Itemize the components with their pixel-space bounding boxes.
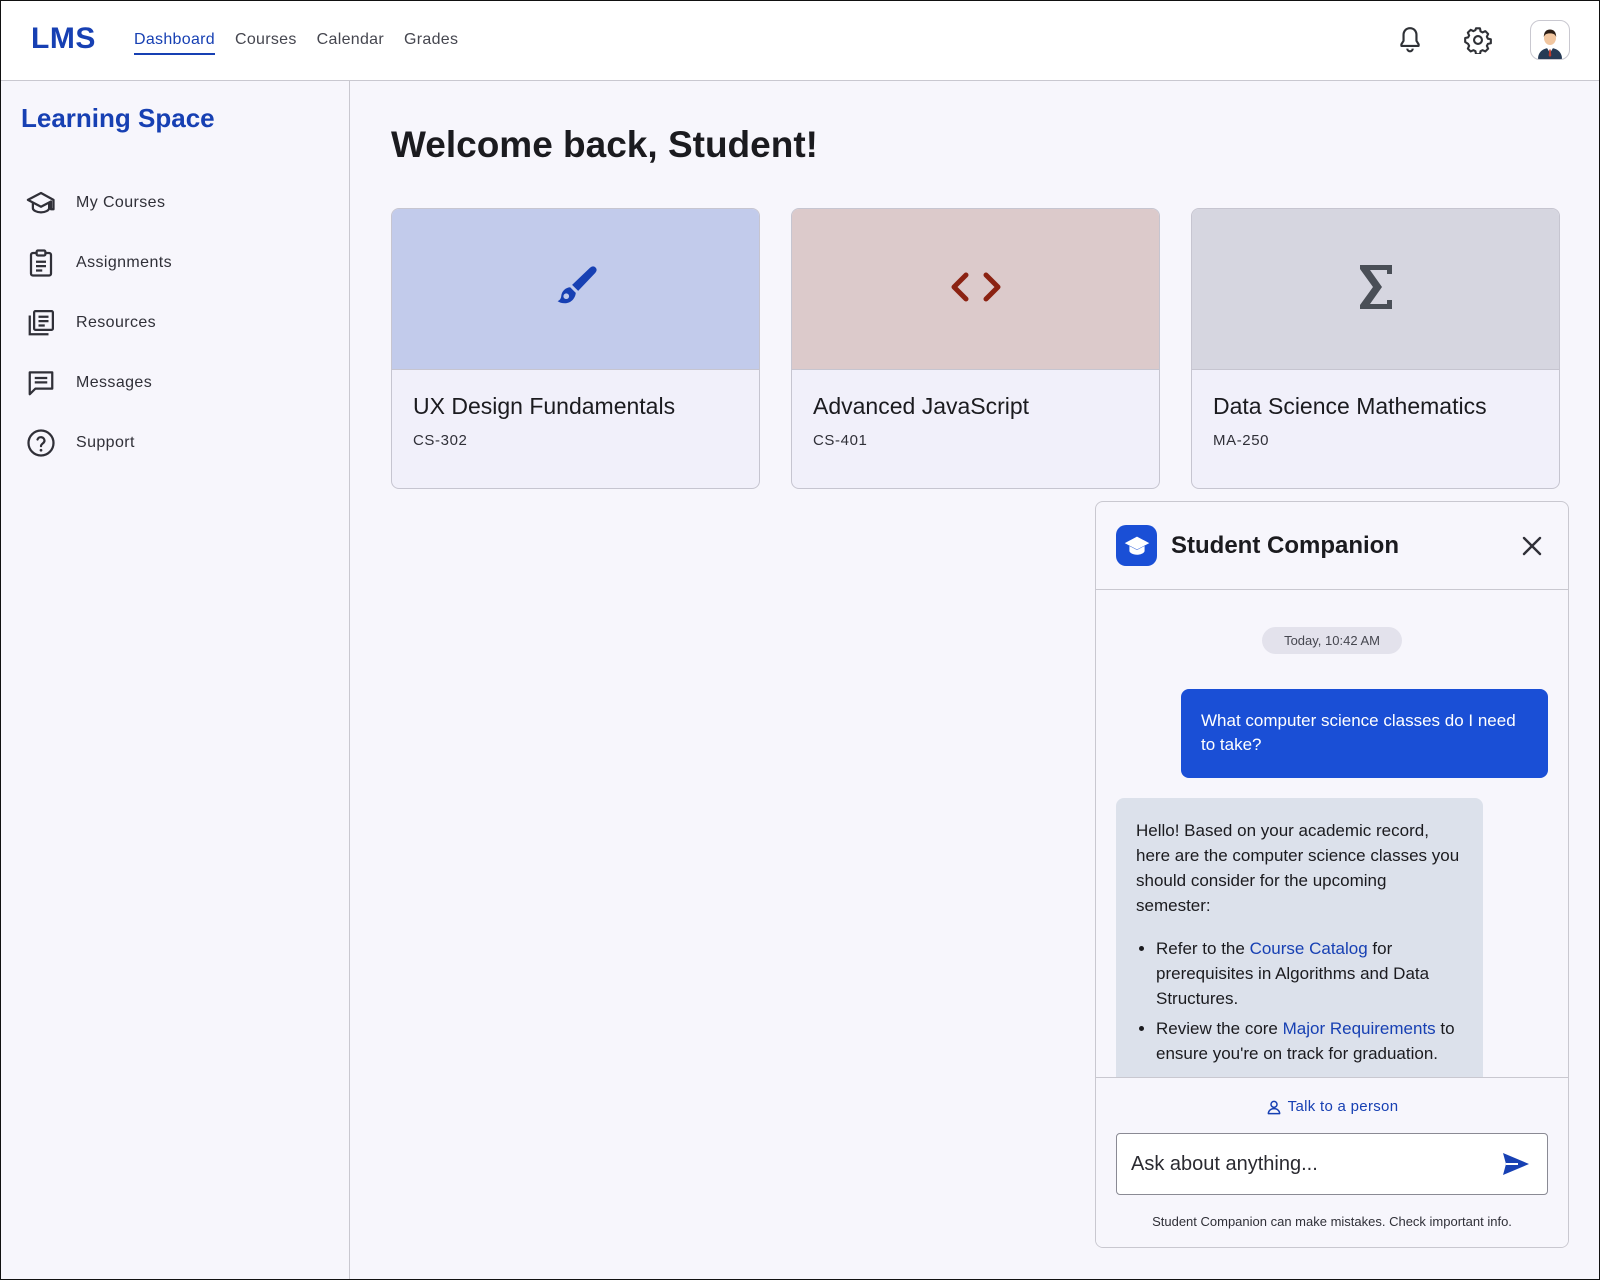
sidebar-item-label: Assignments <box>76 254 172 271</box>
clipboard-icon <box>24 246 58 280</box>
top-nav: Dashboard Courses Calendar Grades <box>134 0 458 80</box>
assistant-message: Hello! Based on your academic record, he… <box>1116 798 1483 1079</box>
sidebar-item-messages[interactable]: Messages <box>24 353 324 413</box>
sidebar-item-resources[interactable]: Resources <box>24 293 324 353</box>
course-catalog-link[interactable]: Course Catalog <box>1250 939 1368 958</box>
user-avatar[interactable] <box>1530 20 1570 60</box>
talk-to-person-label: Talk to a person <box>1287 1098 1399 1115</box>
talk-to-person-button[interactable]: Talk to a person <box>1096 1098 1568 1115</box>
course-cards: UX Design Fundamentals CS-302 Advanced J… <box>391 208 1560 489</box>
sidebar-menu: My Courses Assignments Resources Message… <box>24 173 324 473</box>
student-companion-chat: Student Companion Today, 10:42 AM What c… <box>1095 501 1569 1248</box>
course-code: CS-302 <box>413 432 468 449</box>
course-banner <box>792 209 1159 370</box>
chat-icon <box>24 366 58 400</box>
course-banner <box>1192 209 1559 370</box>
course-code: CS-401 <box>813 432 868 449</box>
course-banner <box>392 209 759 370</box>
chat-input[interactable] <box>1131 1152 1499 1176</box>
course-title: UX Design Fundamentals <box>413 393 676 419</box>
sidebar-title: Learning Space <box>21 103 215 133</box>
send-icon[interactable] <box>1499 1147 1533 1181</box>
list-item: Review the core Major Requirements to en… <box>1156 1016 1463 1066</box>
sidebar-item-label: My Courses <box>76 194 166 211</box>
user-message: What computer science classes do I need … <box>1181 689 1548 778</box>
page-title: Welcome back, Student! <box>391 124 818 165</box>
course-title: Data Science Mathematics <box>1213 393 1487 419</box>
course-code: MA-250 <box>1213 432 1270 449</box>
sidebar-item-label: Support <box>76 434 135 451</box>
chat-footer: Talk to a person Student Companion can m… <box>1096 1077 1568 1247</box>
library-icon <box>24 306 58 340</box>
bell-icon[interactable] <box>1394 24 1426 56</box>
sidebar-item-assignments[interactable]: Assignments <box>24 233 324 293</box>
code-icon <box>948 267 1004 312</box>
course-title: Advanced JavaScript <box>813 393 1030 419</box>
list-item-text: Review the core <box>1156 1019 1283 1038</box>
app-logo[interactable]: LMS <box>31 22 96 56</box>
gear-icon[interactable] <box>1462 24 1494 56</box>
sidebar: Learning Space My Courses Assignments Re… <box>0 81 350 1280</box>
assistant-intro: Hello! Based on your academic record, he… <box>1136 821 1460 915</box>
list-item-text: Refer to the <box>1156 939 1250 958</box>
close-icon[interactable] <box>1516 530 1548 562</box>
course-card-data-science-math[interactable]: Data Science Mathematics MA-250 <box>1191 208 1560 489</box>
nav-calendar[interactable]: Calendar <box>317 25 384 55</box>
sigma-icon <box>1356 263 1396 316</box>
help-circle-icon <box>24 426 58 460</box>
major-requirements-link[interactable]: Major Requirements <box>1283 1019 1436 1038</box>
nav-courses[interactable]: Courses <box>235 25 297 55</box>
sidebar-item-label: Resources <box>76 314 157 331</box>
sidebar-item-support[interactable]: Support <box>24 413 324 473</box>
brush-icon <box>550 261 602 318</box>
assistant-list: Refer to the Course Catalog for prerequi… <box>1136 936 1463 1066</box>
top-actions <box>1394 20 1570 60</box>
graduation-cap-icon <box>1116 525 1157 566</box>
chat-title: Student Companion <box>1171 531 1399 559</box>
course-card-advanced-javascript[interactable]: Advanced JavaScript CS-401 <box>791 208 1160 489</box>
nav-grades[interactable]: Grades <box>404 25 458 55</box>
graduation-cap-icon <box>24 186 58 220</box>
list-item: Refer to the Course Catalog for prerequi… <box>1156 936 1463 1011</box>
sidebar-item-label: Messages <box>76 374 153 391</box>
course-card-ux-design[interactable]: UX Design Fundamentals CS-302 <box>391 208 760 489</box>
chat-input-box <box>1116 1133 1548 1195</box>
message-timestamp: Today, 10:42 AM <box>1262 627 1402 654</box>
sidebar-item-my-courses[interactable]: My Courses <box>24 173 324 233</box>
chat-header: Student Companion <box>1096 502 1568 590</box>
nav-dashboard[interactable]: Dashboard <box>134 25 215 55</box>
top-bar: LMS Dashboard Courses Calendar Grades <box>0 0 1600 81</box>
person-icon <box>1267 1100 1281 1114</box>
chat-disclaimer: Student Companion can make mistakes. Che… <box>1152 1214 1512 1229</box>
chat-messages[interactable]: Today, 10:42 AM What computer science cl… <box>1096 591 1568 1079</box>
